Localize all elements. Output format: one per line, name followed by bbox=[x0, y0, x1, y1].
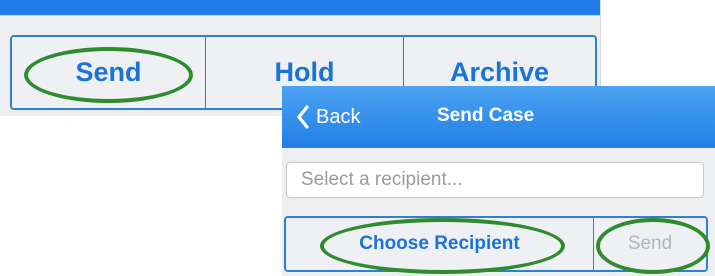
back-label: Back bbox=[316, 105, 361, 128]
send-button[interactable]: Send bbox=[594, 218, 706, 270]
navbar-strip bbox=[0, 0, 600, 16]
recipient-field[interactable]: Select a recipient... bbox=[286, 162, 704, 198]
back-button[interactable]: Back bbox=[296, 102, 360, 132]
screen-title: Send Case bbox=[437, 105, 535, 126]
choose-recipient-button[interactable]: Choose Recipient bbox=[286, 218, 594, 270]
chevron-left-icon bbox=[297, 105, 309, 129]
send-case-screen: Back Send Case Select a recipient... Cho… bbox=[282, 86, 715, 276]
send-actions-segmented-control: Choose Recipient Send bbox=[284, 216, 708, 272]
send-tab[interactable]: Send bbox=[12, 37, 206, 108]
navigation-bar: Back Send Case bbox=[282, 86, 715, 148]
